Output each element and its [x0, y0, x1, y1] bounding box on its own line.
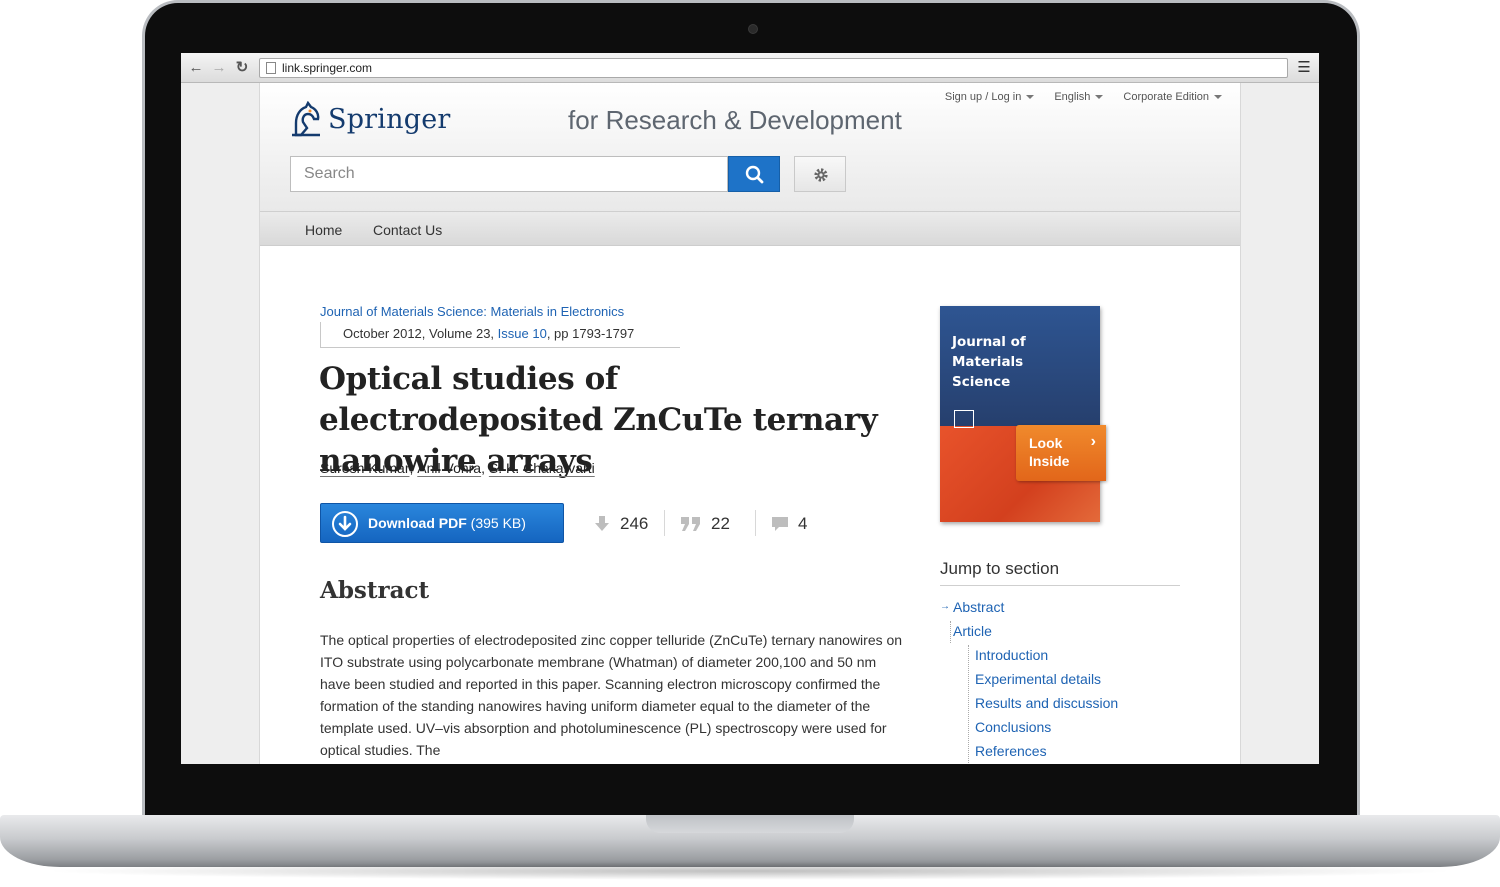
laptop-shadow	[40, 862, 1460, 880]
web-page: Springer for Research & Development Sign…	[259, 83, 1241, 764]
section-tree-line	[950, 621, 951, 643]
comment-icon	[772, 517, 788, 531]
journal-link[interactable]: Journal of Materials Science: Materials …	[320, 304, 624, 319]
author-separator: ,	[481, 460, 489, 476]
url-text: link.springer.com	[282, 61, 373, 75]
search-input[interactable]: Search	[290, 156, 728, 192]
download-label: Download PDF (395 KB)	[368, 515, 526, 531]
forward-icon[interactable]: →	[210, 58, 228, 78]
laptop-notch	[646, 815, 854, 833]
chevron-down-icon	[1214, 95, 1222, 100]
download-icon	[332, 511, 358, 537]
quote-icon	[681, 517, 700, 531]
section-link-introduction[interactable]: Introduction	[975, 647, 1048, 663]
edition-link[interactable]: Corporate Edition	[1123, 91, 1222, 103]
author-list: Suresh Kumar, Anil Vohra, S. K. Chakarva…	[320, 460, 595, 476]
back-icon[interactable]: ←	[187, 58, 205, 78]
jump-to-section-heading: Jump to section	[940, 559, 1180, 586]
edition-label: Corporate Edition	[1123, 91, 1209, 103]
download-arrow-icon	[595, 516, 609, 531]
section-link-references[interactable]: References	[975, 743, 1047, 759]
section-link-article[interactable]: Article	[953, 623, 992, 639]
screen: ← → ↻ link.springer.com ☰ Springer for R…	[181, 53, 1319, 764]
author-link[interactable]: Anil Vohra	[417, 460, 481, 476]
site-tagline: for Research & Development	[568, 105, 902, 135]
chevron-right-icon: ›	[1090, 433, 1096, 450]
download-pdf-button[interactable]: Download PDF (395 KB)	[320, 503, 564, 543]
language-link[interactable]: English	[1054, 91, 1104, 103]
citations-metric: 22	[680, 513, 730, 535]
login-label: Sign up / Log in	[944, 91, 1022, 103]
section-link-experimental[interactable]: Experimental details	[975, 671, 1101, 687]
settings-button[interactable]	[794, 156, 846, 192]
nav-contact-us[interactable]: Contact Us	[373, 222, 442, 238]
look-inside-label: Look Inside	[1029, 435, 1070, 469]
camera	[748, 24, 758, 34]
springer-logo[interactable]: Springer	[290, 99, 450, 139]
look-inside-button[interactable]: Look Inside ›	[1016, 425, 1106, 481]
chevron-down-icon	[1026, 95, 1035, 100]
metric-divider	[755, 510, 756, 536]
comments-count: 4	[798, 514, 808, 533]
download-text: Download PDF	[368, 515, 467, 531]
abstract-heading: Abstract	[320, 577, 430, 604]
citations-count: 22	[711, 514, 730, 533]
gear-icon	[814, 168, 828, 182]
address-bar[interactable]: link.springer.com	[259, 58, 1288, 78]
section-link-abstract[interactable]: Abstract	[953, 599, 1004, 615]
chevron-down-icon	[1095, 95, 1104, 100]
issue-info: October 2012, Volume 23, Issue 10, pp 17…	[320, 322, 680, 348]
metric-divider	[664, 510, 665, 536]
issue-link[interactable]: Issue 10	[498, 326, 547, 341]
author-link[interactable]: Suresh Kumar	[320, 460, 409, 476]
search-button[interactable]	[728, 156, 780, 192]
cover-title: Journal of Materials Science	[952, 334, 1026, 390]
downloads-metric: 246	[594, 513, 648, 535]
abstract-text: The optical properties of electrodeposit…	[320, 632, 903, 758]
site-header: Springer for Research & Development Sign…	[260, 83, 1240, 211]
arrow-right-icon: →	[940, 601, 950, 612]
section-tree-line	[968, 645, 969, 764]
downloads-count: 246	[620, 514, 649, 533]
comments-metric: 4	[771, 513, 807, 535]
search-icon	[745, 165, 764, 184]
logo-text: Springer	[328, 103, 451, 135]
nav-home[interactable]: Home	[305, 222, 342, 238]
horse-logo-icon	[292, 101, 320, 137]
hamburger-menu-icon[interactable]: ☰	[1297, 59, 1311, 77]
cover-badge-icon	[954, 410, 974, 428]
section-link-conclusions[interactable]: Conclusions	[975, 719, 1051, 735]
author-separator: ,	[409, 460, 418, 476]
language-label: English	[1054, 91, 1091, 103]
top-links: Sign up / Log in English Corporate Editi…	[945, 91, 1222, 103]
issue-date: October 2012, Volume 23,	[343, 326, 498, 341]
reload-icon[interactable]: ↻	[233, 58, 251, 78]
author-link[interactable]: S. K. Chakarvarti	[489, 460, 595, 476]
main-nav: Home Contact Us	[260, 211, 1240, 246]
section-link-results[interactable]: Results and discussion	[975, 695, 1118, 711]
page-icon	[266, 62, 276, 74]
login-link[interactable]: Sign up / Log in	[944, 91, 1035, 103]
journal-cover[interactable]: Journal of Materials Science	[940, 306, 1100, 522]
browser-toolbar: ← → ↻ link.springer.com ☰	[181, 53, 1319, 83]
issue-pages: , pp 1793-1797	[546, 326, 635, 341]
download-size: (395 KB)	[470, 515, 526, 531]
